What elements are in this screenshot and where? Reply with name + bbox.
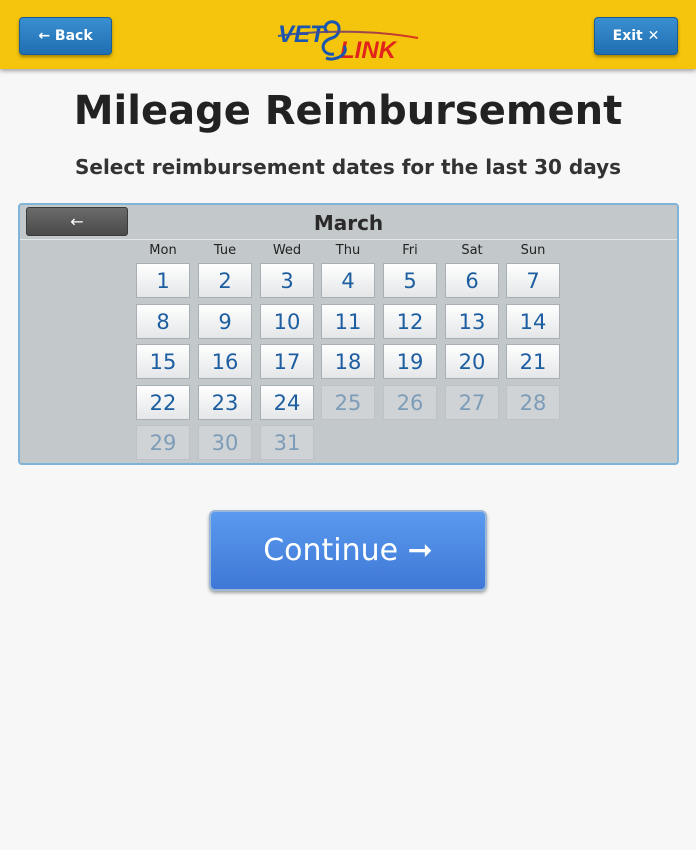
- calendar-day[interactable]: 20: [445, 344, 499, 379]
- calendar-day[interactable]: 1: [136, 263, 190, 298]
- weekday-label: Mon: [149, 243, 177, 258]
- calendar-day[interactable]: 7: [506, 263, 560, 298]
- calendar-day-disabled: 29: [136, 425, 190, 460]
- calendar-day[interactable]: 22: [136, 385, 190, 420]
- calendar-day-disabled: 25: [321, 385, 375, 420]
- calendar-day[interactable]: 23: [198, 385, 252, 420]
- page-title: Mileage Reimbursement: [73, 88, 623, 134]
- calendar-day[interactable]: 14: [506, 304, 560, 339]
- calendar-day-disabled: 30: [198, 425, 252, 460]
- calendar-day[interactable]: 16: [198, 344, 252, 379]
- weekday-label: Fri: [402, 243, 418, 258]
- calendar-day[interactable]: 5: [383, 263, 437, 298]
- page-subtitle: Select reimbursement dates for the last …: [74, 155, 622, 179]
- calendar-day[interactable]: 4: [321, 263, 375, 298]
- calendar-day[interactable]: 8: [136, 304, 190, 339]
- calendar-day[interactable]: 12: [383, 304, 437, 339]
- calendar-day[interactable]: 17: [260, 344, 314, 379]
- back-button[interactable]: ← Back: [19, 17, 112, 55]
- calendar-day-disabled: 31: [260, 425, 314, 460]
- calendar-day-disabled: 26: [383, 385, 437, 420]
- calendar: March ← Mon Tue Wed Thu Fri Sat Sun 1234567891…: [18, 203, 679, 465]
- app-header: ← Back VET LINK Exit ✕: [0, 0, 696, 69]
- calendar-day[interactable]: 2: [198, 263, 252, 298]
- calendar-day[interactable]: 6: [445, 263, 499, 298]
- weekday-label: Tue: [213, 243, 237, 258]
- calendar-day-disabled: 27: [445, 385, 499, 420]
- calendar-header: March ←: [20, 205, 677, 240]
- calendar-day[interactable]: 18: [321, 344, 375, 379]
- previous-month-button[interactable]: ←: [26, 207, 128, 236]
- vetlink-logo: VET LINK: [277, 20, 419, 64]
- weekday-label: Thu: [335, 243, 361, 258]
- calendar-day[interactable]: 24: [260, 385, 314, 420]
- calendar-day[interactable]: 13: [445, 304, 499, 339]
- continue-button[interactable]: Continue ➞: [209, 510, 487, 591]
- calendar-day[interactable]: 3: [260, 263, 314, 298]
- calendar-day[interactable]: 19: [383, 344, 437, 379]
- calendar-day[interactable]: 11: [321, 304, 375, 339]
- calendar-day[interactable]: 9: [198, 304, 252, 339]
- calendar-day[interactable]: 10: [260, 304, 314, 339]
- weekday-label: Sat: [461, 243, 483, 258]
- weekday-label: Sun: [520, 243, 546, 258]
- exit-button[interactable]: Exit ✕: [594, 17, 678, 55]
- weekday-label: Wed: [272, 243, 302, 258]
- logo-text-link: LINK: [340, 37, 398, 64]
- calendar-day[interactable]: 21: [506, 344, 560, 379]
- arrow-left-icon: ←: [70, 212, 84, 231]
- calendar-day[interactable]: 15: [136, 344, 190, 379]
- calendar-day-disabled: 28: [506, 385, 560, 420]
